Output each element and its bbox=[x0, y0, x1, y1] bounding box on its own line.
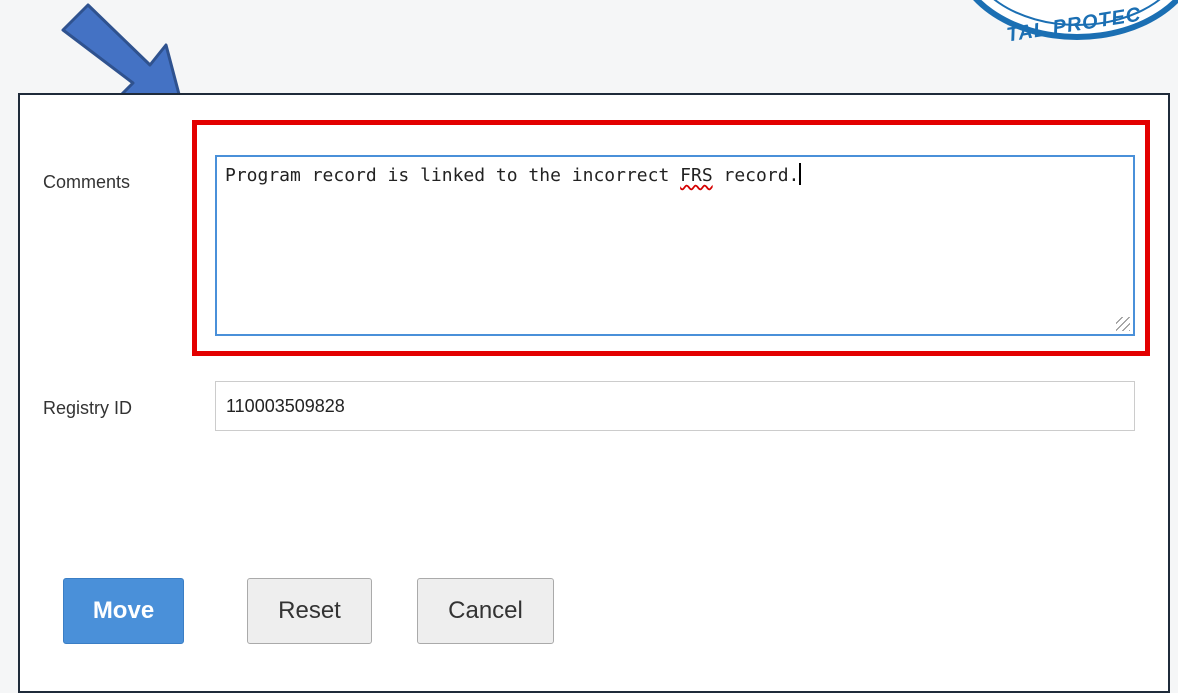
highlight-box bbox=[192, 120, 1150, 356]
registry-id-label: Registry ID bbox=[43, 398, 133, 418]
comments-label: Comments bbox=[43, 172, 131, 192]
reset-button[interactable]: Reset bbox=[247, 578, 372, 644]
registry-id-field[interactable]: 110003509828 bbox=[215, 381, 1135, 431]
move-button[interactable]: Move bbox=[63, 578, 184, 644]
cancel-button[interactable]: Cancel bbox=[417, 578, 554, 644]
agency-seal-logo: TAL PROTEC bbox=[952, 0, 1178, 47]
